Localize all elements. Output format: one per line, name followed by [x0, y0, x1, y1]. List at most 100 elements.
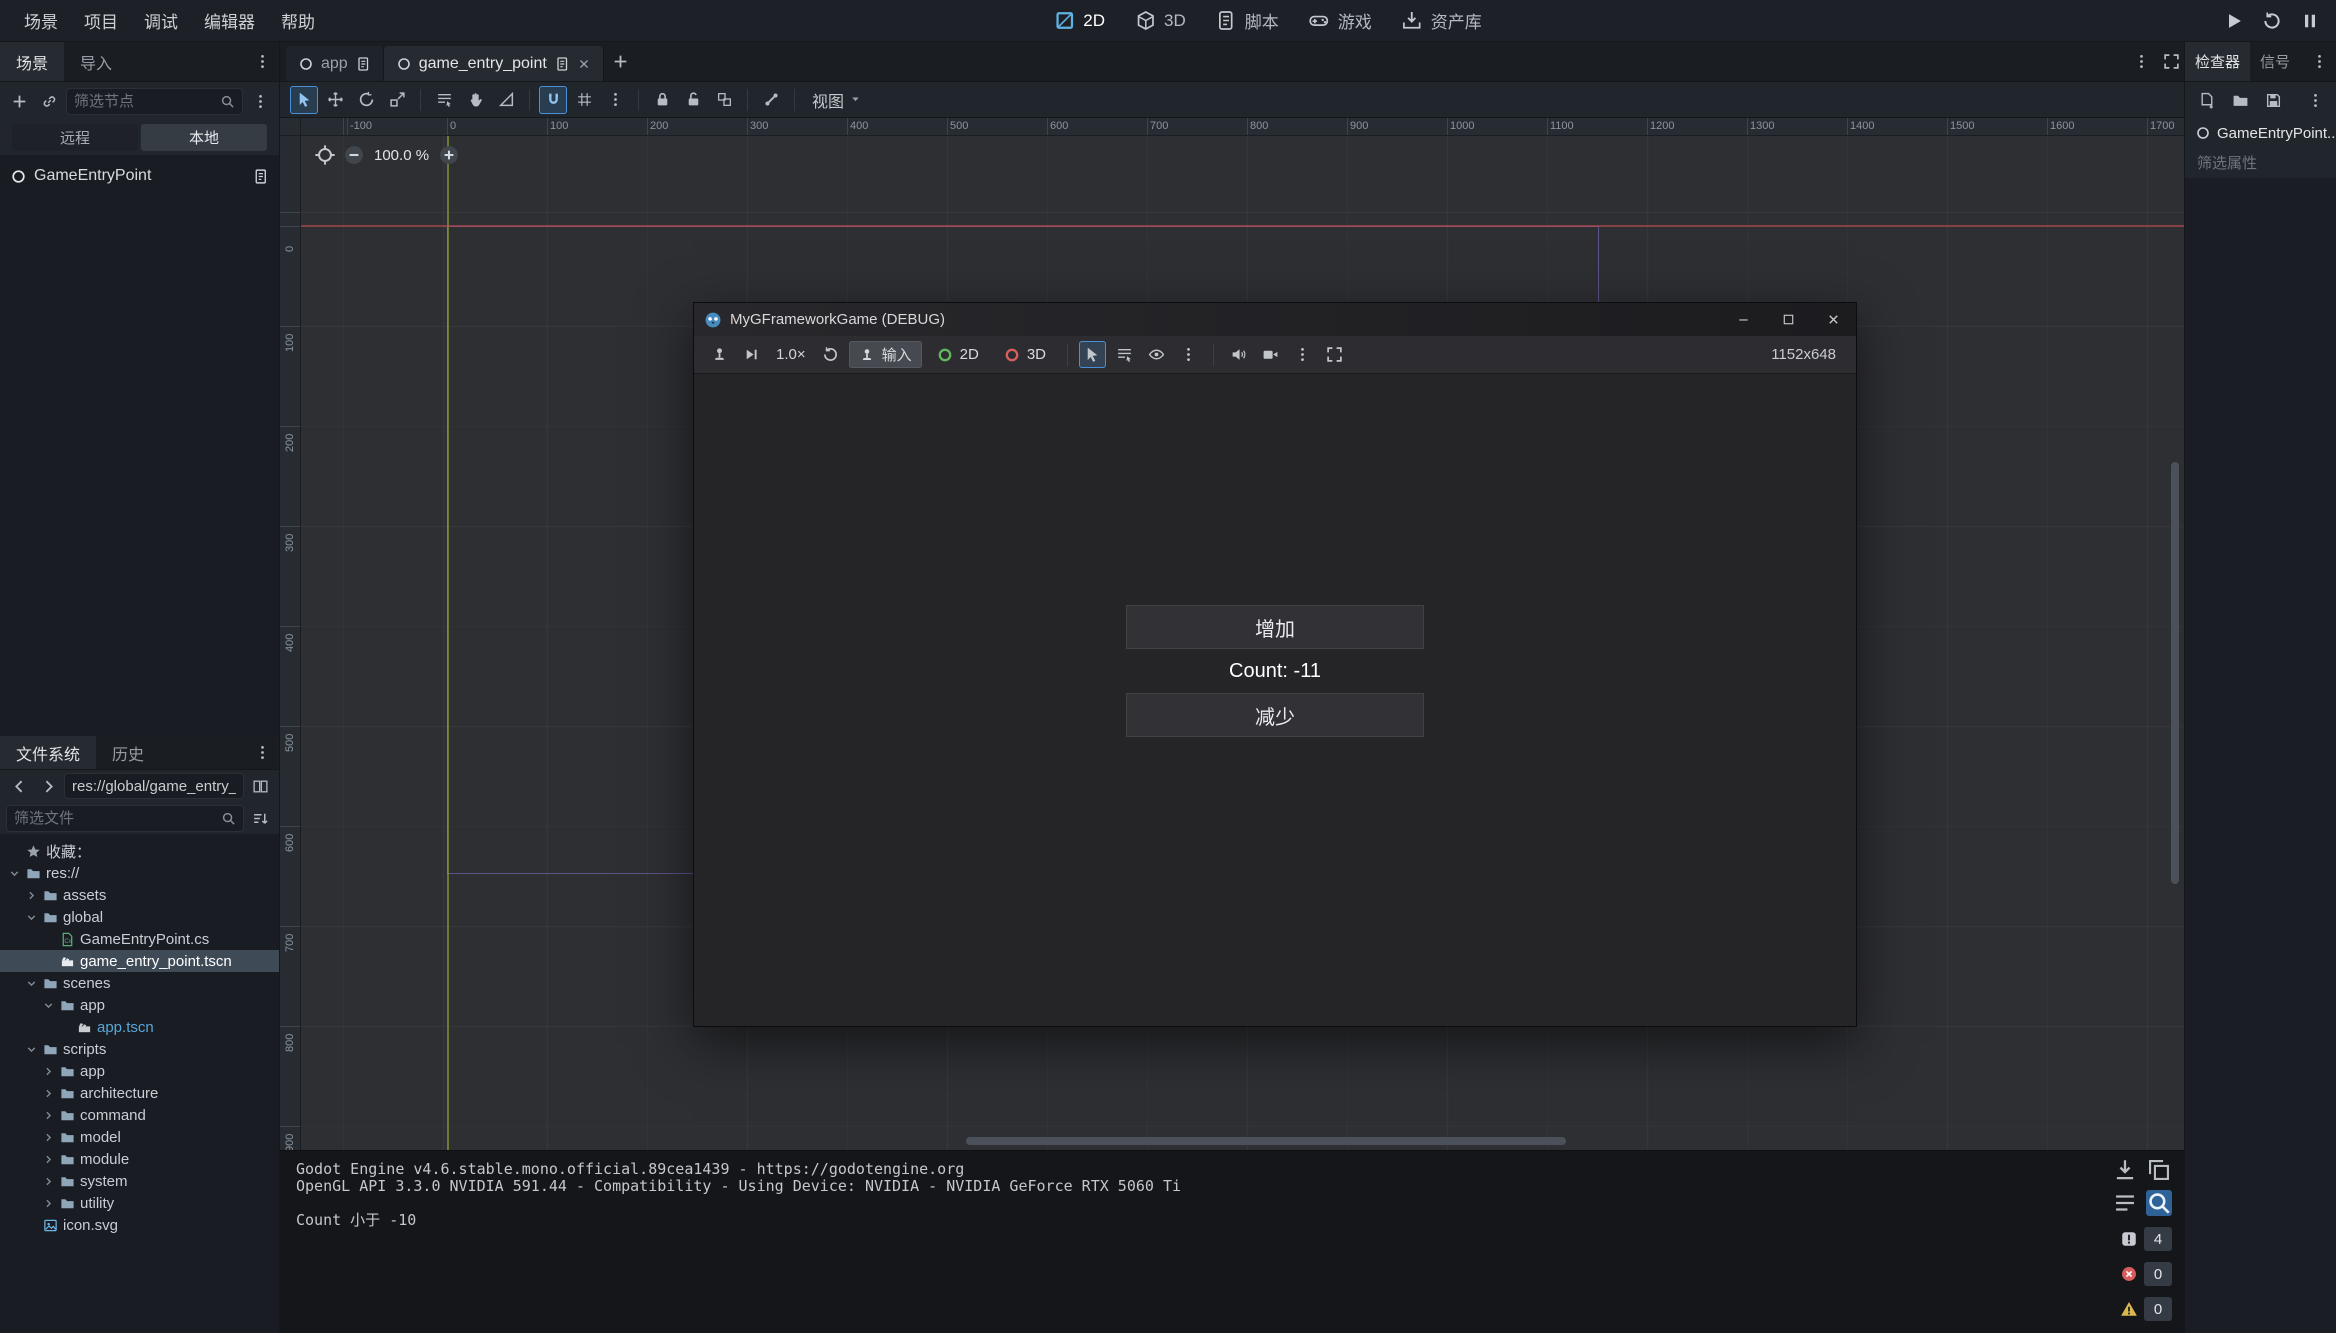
- selection-list-tool[interactable]: [1111, 341, 1138, 368]
- tree-arrow-icon[interactable]: [42, 999, 55, 1012]
- path-field[interactable]: [64, 773, 244, 799]
- menu-item[interactable]: 帮助: [269, 3, 327, 38]
- workspace-button[interactable]: 脚本: [1206, 3, 1289, 38]
- copy-output-icon[interactable]: [2146, 1157, 2172, 1183]
- tree-arrow-icon[interactable]: [42, 1065, 55, 1078]
- scale-tool[interactable]: [383, 86, 411, 114]
- speed-dropdown[interactable]: 1.0×: [770, 346, 812, 363]
- file-item[interactable]: 收藏：: [0, 840, 279, 862]
- scene-source-toggle[interactable]: 本地: [141, 124, 267, 151]
- restart-icon[interactable]: [2262, 11, 2282, 31]
- center-view-icon[interactable]: [314, 144, 336, 166]
- file-item[interactable]: app: [0, 1060, 279, 1082]
- load-resource-icon[interactable]: [2228, 88, 2252, 112]
- list-select-tool[interactable]: [430, 86, 458, 114]
- tree-arrow-icon[interactable]: [25, 889, 38, 902]
- output-counter-messages[interactable]: 4: [2120, 1227, 2172, 1251]
- lock-icon[interactable]: [648, 86, 676, 114]
- view-menu[interactable]: 视图: [804, 88, 870, 112]
- gamepad-icon[interactable]: [706, 341, 733, 368]
- script-icon[interactable]: [252, 168, 269, 185]
- panel-menu-icon[interactable]: [2128, 49, 2154, 75]
- move-tool[interactable]: [321, 86, 349, 114]
- scene-filter-field[interactable]: [66, 88, 243, 115]
- tree-arrow-icon[interactable]: [25, 1043, 38, 1056]
- file-item[interactable]: architecture: [0, 1082, 279, 1104]
- close-tab-icon[interactable]: [577, 57, 591, 71]
- scene-root-node[interactable]: GameEntryPoint: [0, 161, 279, 191]
- skeleton-icon[interactable]: [757, 86, 785, 114]
- tree-arrow-icon[interactable]: [42, 1197, 55, 1210]
- mode-2d-toggle[interactable]: 2D: [927, 341, 989, 368]
- tree-arrow-icon[interactable]: [42, 1109, 55, 1122]
- tree-arrow-icon[interactable]: [42, 1175, 55, 1188]
- file-item[interactable]: global: [0, 906, 279, 928]
- file-item[interactable]: C#GameEntryPoint.cs: [0, 928, 279, 950]
- decrease-button[interactable]: 减少: [1126, 693, 1424, 737]
- file-item[interactable]: model: [0, 1126, 279, 1148]
- file-item[interactable]: system: [0, 1170, 279, 1192]
- add-node-icon[interactable]: [6, 88, 32, 114]
- maximize-button[interactable]: [1766, 303, 1811, 336]
- sort-files-icon[interactable]: [247, 805, 273, 831]
- output-counter-warnings[interactable]: 0: [2120, 1297, 2172, 1321]
- file-item[interactable]: module: [0, 1148, 279, 1170]
- tree-arrow-icon[interactable]: [42, 1087, 55, 1100]
- file-filter-field[interactable]: [6, 805, 244, 832]
- camera-options-icon[interactable]: [1289, 341, 1316, 368]
- tree-arrow-icon[interactable]: [25, 977, 38, 990]
- grid-snap-toggle[interactable]: [570, 86, 598, 114]
- horizontal-scrollbar[interactable]: [966, 1137, 1566, 1145]
- search-output-icon[interactable]: [2146, 1190, 2172, 1216]
- script-icon[interactable]: [355, 56, 371, 72]
- dock-tab[interactable]: 历史: [96, 736, 160, 769]
- resource-options-icon[interactable]: [2303, 88, 2327, 112]
- split-view-icon[interactable]: [247, 773, 273, 799]
- smart-snap-toggle[interactable]: [539, 86, 567, 114]
- vertical-scrollbar[interactable]: [2171, 462, 2179, 884]
- save-log-icon[interactable]: [2112, 1157, 2138, 1183]
- history-forward-icon[interactable]: [35, 773, 61, 799]
- file-item[interactable]: utility: [0, 1192, 279, 1214]
- input-mode-toggle[interactable]: 输入: [849, 341, 922, 368]
- zoom-reset-label[interactable]: 100.0 %: [372, 147, 431, 164]
- workspace-button[interactable]: 3D: [1125, 5, 1196, 36]
- tree-arrow-icon[interactable]: [42, 1153, 55, 1166]
- select-tool[interactable]: [290, 86, 318, 114]
- collapse-messages-icon[interactable]: [2112, 1190, 2138, 1216]
- output-counter-errors[interactable]: 0: [2120, 1262, 2172, 1286]
- canvas-viewport[interactable]: 0100200300400500600700800900 100.0 % MyG…: [280, 136, 2184, 1150]
- file-item[interactable]: assets: [0, 884, 279, 906]
- new-scene-tab-icon[interactable]: [608, 49, 634, 75]
- selection-options-icon[interactable]: [1175, 341, 1202, 368]
- scene-tab[interactable]: game_entry_point: [384, 46, 604, 81]
- file-item[interactable]: res://: [0, 862, 279, 884]
- scene-dock-menu-icon[interactable]: [249, 49, 275, 75]
- scene-tree-options-icon[interactable]: [247, 88, 273, 114]
- tree-arrow-icon[interactable]: [42, 1131, 55, 1144]
- workspace-button[interactable]: 2D: [1044, 5, 1115, 36]
- menu-item[interactable]: 调试: [132, 3, 190, 38]
- next-frame-icon[interactable]: [738, 341, 765, 368]
- game-debug-window[interactable]: MyGFrameworkGame (DEBUG) 1.0× 输入: [693, 302, 1857, 1027]
- workspace-button[interactable]: 游戏: [1299, 3, 1382, 38]
- file-item[interactable]: game_entry_point.tscn: [0, 950, 279, 972]
- camera-override-icon[interactable]: [1257, 341, 1284, 368]
- dock-tab[interactable]: 检查器: [2185, 42, 2250, 81]
- menu-item[interactable]: 编辑器: [192, 3, 267, 38]
- distraction-free-icon[interactable]: [2158, 49, 2184, 75]
- file-item[interactable]: app: [0, 994, 279, 1016]
- file-item[interactable]: scenes: [0, 972, 279, 994]
- increase-button[interactable]: 增加: [1126, 605, 1424, 649]
- save-resource-icon[interactable]: [2261, 88, 2285, 112]
- ruler-tool[interactable]: [492, 86, 520, 114]
- embed-options-icon[interactable]: [1321, 341, 1348, 368]
- zoom-out-icon[interactable]: [343, 144, 365, 166]
- snap-options-icon[interactable]: [601, 86, 629, 114]
- inspected-node-row[interactable]: GameEntryPoint...: [2185, 118, 2336, 148]
- visibility-tool[interactable]: [1143, 341, 1170, 368]
- file-item[interactable]: icon.svg: [0, 1214, 279, 1236]
- mode-3d-toggle[interactable]: 3D: [994, 341, 1056, 368]
- file-item[interactable]: scripts: [0, 1038, 279, 1060]
- rotate-tool[interactable]: [352, 86, 380, 114]
